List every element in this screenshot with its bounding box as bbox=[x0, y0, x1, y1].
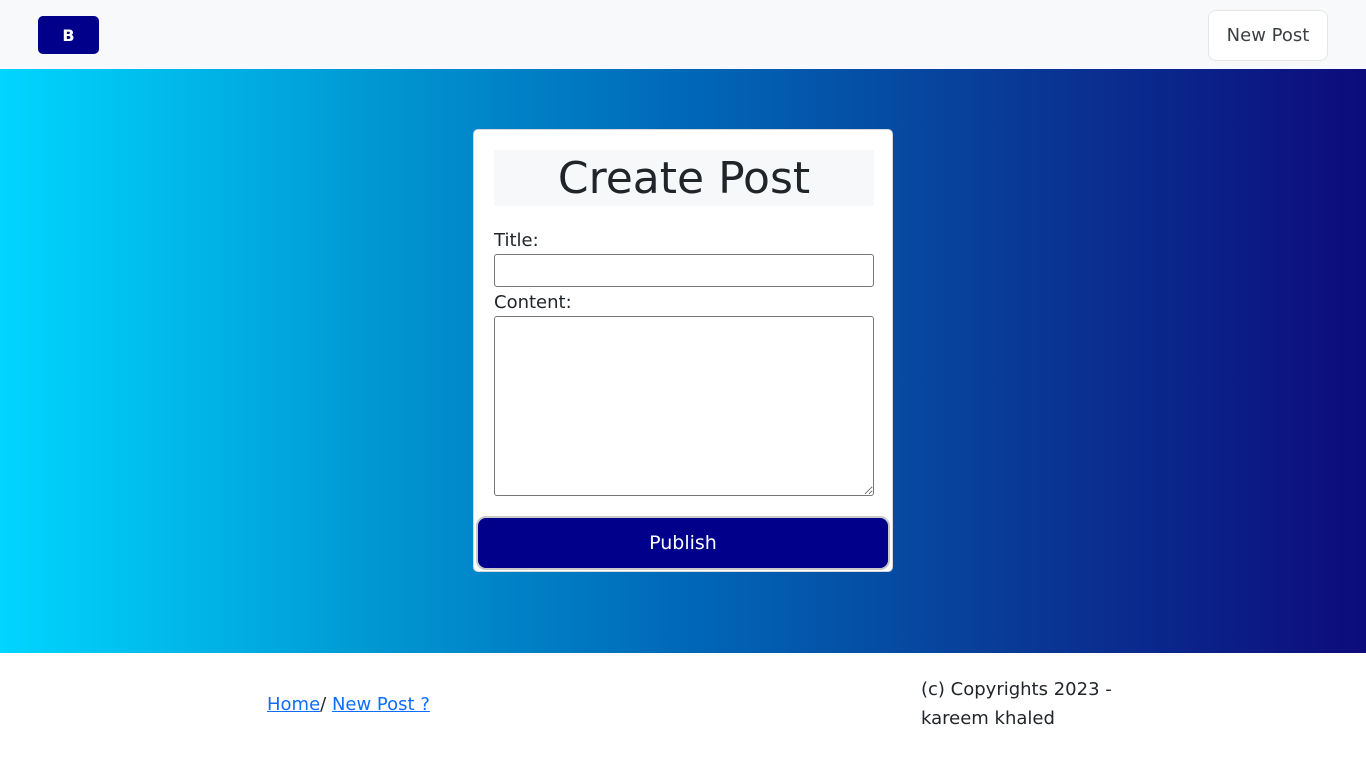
breadcrumb-separator: / bbox=[320, 694, 332, 715]
copyright-text: (c) Copyrights 2023 - kareem khaled bbox=[921, 675, 1121, 733]
navbar: B New Post bbox=[0, 0, 1366, 69]
copyright-line-1: (c) Copyrights 2023 - bbox=[921, 679, 1112, 700]
new-post-button[interactable]: New Post bbox=[1208, 10, 1328, 61]
content-textarea[interactable] bbox=[494, 316, 874, 496]
title-label: Title: bbox=[494, 230, 539, 251]
title-input[interactable] bbox=[494, 254, 874, 287]
breadcrumb-home-link[interactable]: Home bbox=[267, 694, 320, 715]
publish-button[interactable]: Publish bbox=[476, 516, 890, 570]
copyright-line-2: kareem khaled bbox=[921, 708, 1055, 729]
breadcrumb: Home/ New Post ? bbox=[267, 694, 430, 715]
breadcrumb-new-post-link[interactable]: New Post ? bbox=[332, 694, 430, 715]
footer: Home/ New Post ? (c) Copyrights 2023 - k… bbox=[0, 653, 1366, 768]
content-label: Content: bbox=[494, 292, 572, 313]
brand-logo[interactable]: B bbox=[38, 16, 99, 54]
page-title: Create Post bbox=[494, 150, 874, 206]
create-post-card: Create Post Title: Content: Publish bbox=[473, 129, 893, 572]
